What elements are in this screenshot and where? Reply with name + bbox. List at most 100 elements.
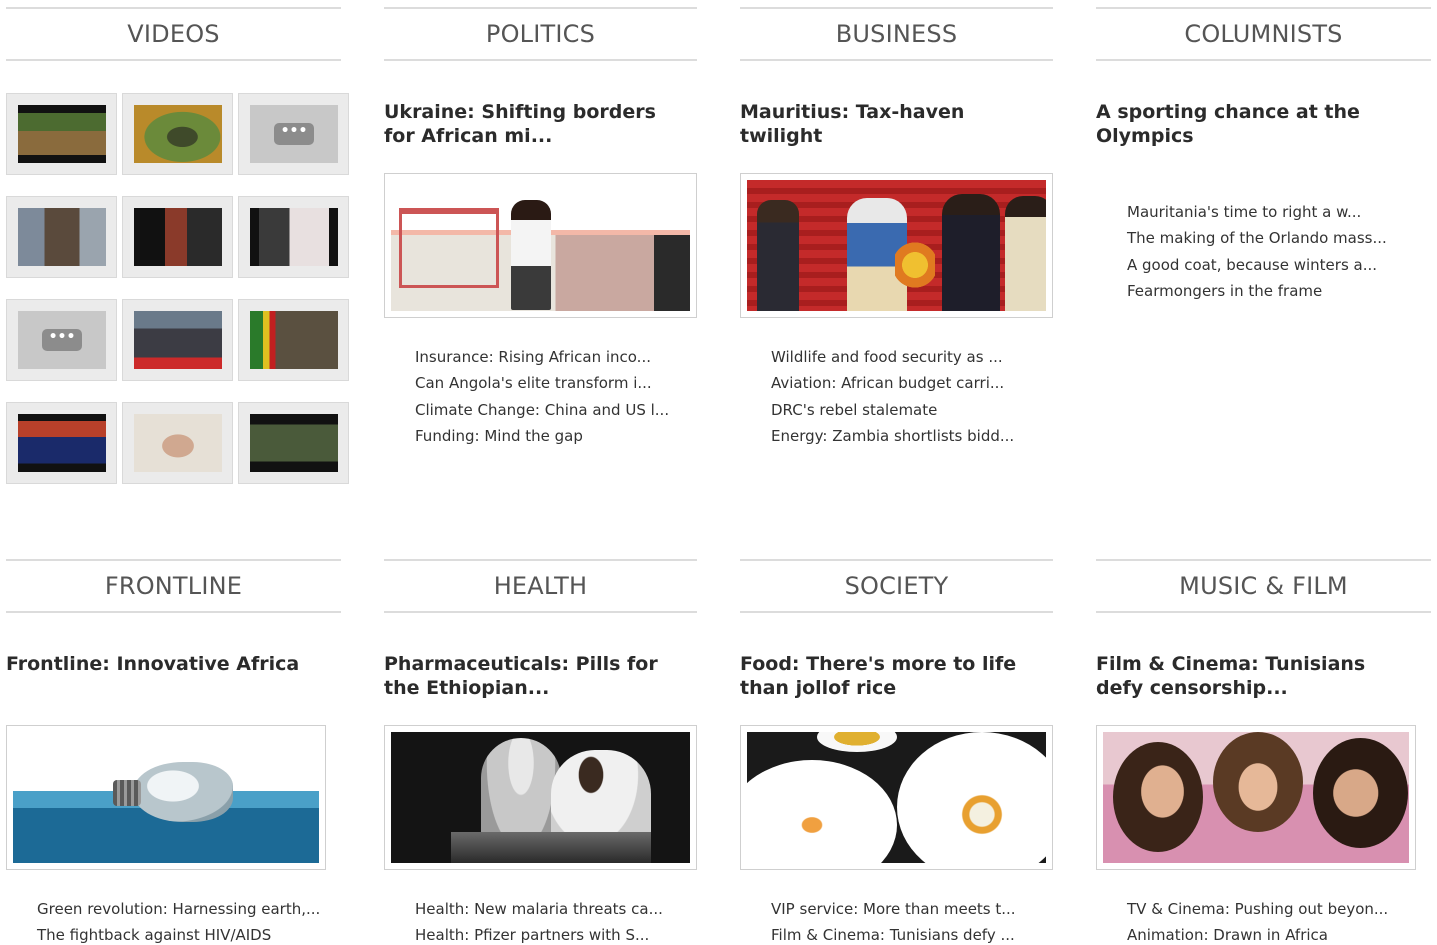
- list-item: Insurance: Rising African inco...: [415, 344, 669, 370]
- politics-headline-link[interactable]: Ukraine: Shifting borders for African mi…: [384, 100, 684, 148]
- health-link-2[interactable]: Health: Pfizer partners with S...: [415, 926, 649, 944]
- list-item: The fightback against HIV/AIDS: [37, 922, 320, 945]
- list-item: Health: New malaria threats ca...: [415, 896, 663, 922]
- list-item: Aviation: African budget carri...: [771, 370, 1014, 396]
- society-link-2[interactable]: Film & Cinema: Tunisians defy ...: [771, 926, 1015, 944]
- loading-dots-icon: •••: [42, 329, 82, 351]
- list-item: Wildlife and food security as ...: [771, 344, 1014, 370]
- video-thumb-10[interactable]: [6, 402, 117, 484]
- business-headline-link[interactable]: Mauritius: Tax-haven twilight: [740, 100, 1053, 148]
- frontline-link-2[interactable]: The fightback against HIV/AIDS: [37, 926, 271, 944]
- columnists-link-1[interactable]: Mauritania's time to right a w...: [1127, 203, 1361, 221]
- video-thumbnail-image: [18, 105, 106, 163]
- music-film-link-1[interactable]: TV & Cinema: Pushing out beyon...: [1127, 900, 1388, 918]
- music-film-link-2[interactable]: Animation: Drawn in Africa: [1127, 926, 1328, 944]
- business-photo: [747, 180, 1046, 311]
- video-thumbnail-image: [18, 414, 106, 472]
- music-film-section: MUSIC & FILM Film & Cinema: Tunisians de…: [1096, 559, 1431, 945]
- video-thumb-4[interactable]: [6, 196, 117, 278]
- music-film-photo: [1103, 732, 1409, 863]
- video-thumbnail-image: [134, 208, 222, 266]
- frontline-section: FRONTLINE Frontline: Innovative Africa G…: [6, 559, 341, 945]
- list-item: Animation: Drawn in Africa: [1127, 922, 1388, 945]
- frontline-photo: [13, 732, 319, 863]
- health-link-1[interactable]: Health: New malaria threats ca...: [415, 900, 663, 918]
- list-item: TV & Cinema: Pushing out beyon...: [1127, 896, 1388, 922]
- video-thumbnail-image: [134, 311, 222, 369]
- music-film-link-list: TV & Cinema: Pushing out beyon... Animat…: [1127, 896, 1388, 945]
- columnists-link-3[interactable]: A good coat, because winters a...: [1127, 256, 1377, 274]
- videos-section: VIDEOS: [6, 7, 341, 61]
- columnists-link-2[interactable]: The making of the Orlando mass...: [1127, 229, 1387, 247]
- list-item: Green revolution: Harnessing earth,...: [37, 896, 320, 922]
- list-item: VIP service: More than meets t...: [771, 896, 1016, 922]
- person-figure: [1113, 742, 1203, 852]
- columnists-headline-link[interactable]: A sporting chance at the Olympics: [1096, 100, 1386, 148]
- video-thumb-7[interactable]: •••: [6, 299, 117, 381]
- society-link-list: VIP service: More than meets t... Film &…: [771, 896, 1016, 945]
- health-photo-frame[interactable]: [384, 725, 697, 870]
- flower-garland: [895, 240, 935, 290]
- person-figure: [1313, 738, 1408, 848]
- business-link-2[interactable]: Aviation: African budget carri...: [771, 374, 1004, 392]
- video-thumb-11[interactable]: [122, 402, 233, 484]
- person-figure: [757, 200, 799, 311]
- columnists-link-list: Mauritania's time to right a w... The ma…: [1127, 199, 1387, 304]
- video-thumb-3[interactable]: •••: [238, 93, 349, 175]
- person-figure: [1005, 196, 1046, 311]
- frontline-link-list: Green revolution: Harnessing earth,... T…: [37, 896, 320, 945]
- loading-dots-icon: •••: [274, 123, 314, 145]
- columnists-link-4[interactable]: Fearmongers in the frame: [1127, 282, 1322, 300]
- list-item: DRC's rebel stalemate: [771, 397, 1014, 423]
- plate-left: [747, 760, 897, 863]
- society-link-1[interactable]: VIP service: More than meets t...: [771, 900, 1016, 918]
- frontline-link-1[interactable]: Green revolution: Harnessing earth,...: [37, 900, 320, 918]
- video-thumb-1[interactable]: [6, 93, 117, 175]
- frontline-headline-link[interactable]: Frontline: Innovative Africa: [6, 652, 326, 676]
- music-film-headline-link[interactable]: Film & Cinema: Tunisians defy censorship…: [1096, 652, 1416, 700]
- video-thumb-12[interactable]: [238, 402, 349, 484]
- video-thumb-9[interactable]: [238, 299, 349, 381]
- politics-section: POLITICS Ukraine: Shifting borders for A…: [384, 7, 697, 467]
- health-headline-link[interactable]: Pharmaceuticals: Pills for the Ethiopian…: [384, 652, 684, 700]
- video-thumb-6[interactable]: [238, 196, 349, 278]
- business-heading: BUSINESS: [740, 7, 1053, 61]
- video-thumbnail-image: [18, 208, 106, 266]
- list-item: Fearmongers in the frame: [1127, 278, 1387, 304]
- politics-link-2[interactable]: Can Angola's elite transform i...: [415, 374, 652, 392]
- society-headline-link[interactable]: Food: There's more to life than jollof r…: [740, 652, 1053, 700]
- frontline-photo-frame[interactable]: [6, 725, 326, 870]
- health-heading: HEALTH: [384, 559, 697, 613]
- lightbulb-shape: [133, 762, 233, 822]
- politics-link-4[interactable]: Funding: Mind the gap: [415, 427, 583, 445]
- health-section: HEALTH Pharmaceuticals: Pills for the Et…: [384, 559, 697, 945]
- music-film-photo-frame[interactable]: [1096, 725, 1416, 870]
- bunk-bed: [399, 208, 499, 288]
- business-link-4[interactable]: Energy: Zambia shortlists bidd...: [771, 427, 1014, 445]
- video-thumb-5[interactable]: [122, 196, 233, 278]
- business-link-list: Wildlife and food security as ... Aviati…: [771, 344, 1014, 449]
- business-link-3[interactable]: DRC's rebel stalemate: [771, 401, 937, 419]
- list-item: The making of the Orlando mass...: [1127, 225, 1387, 251]
- person-figure: [511, 200, 551, 310]
- food-bowl: [817, 732, 897, 752]
- politics-link-1[interactable]: Insurance: Rising African inco...: [415, 348, 651, 366]
- video-thumbnail-image: [134, 105, 222, 163]
- video-thumbnail-image: [250, 311, 338, 369]
- business-link-1[interactable]: Wildlife and food security as ...: [771, 348, 1003, 366]
- video-thumb-8[interactable]: [122, 299, 233, 381]
- politics-photo-frame[interactable]: [384, 173, 697, 318]
- politics-photo: [391, 180, 690, 311]
- video-thumbnail-image: [134, 414, 222, 472]
- business-photo-frame[interactable]: [740, 173, 1053, 318]
- list-item: A good coat, because winters a...: [1127, 252, 1387, 278]
- video-thumbnail-image: [250, 208, 338, 266]
- video-thumb-2[interactable]: [122, 93, 233, 175]
- list-item: Funding: Mind the gap: [415, 423, 669, 449]
- politics-link-3[interactable]: Climate Change: China and US l...: [415, 401, 669, 419]
- list-item: Film & Cinema: Tunisians defy ...: [771, 922, 1016, 945]
- video-placeholder: •••: [250, 105, 338, 163]
- society-photo-frame[interactable]: [740, 725, 1053, 870]
- plate-right: [897, 732, 1046, 863]
- list-item: Mauritania's time to right a w...: [1127, 199, 1387, 225]
